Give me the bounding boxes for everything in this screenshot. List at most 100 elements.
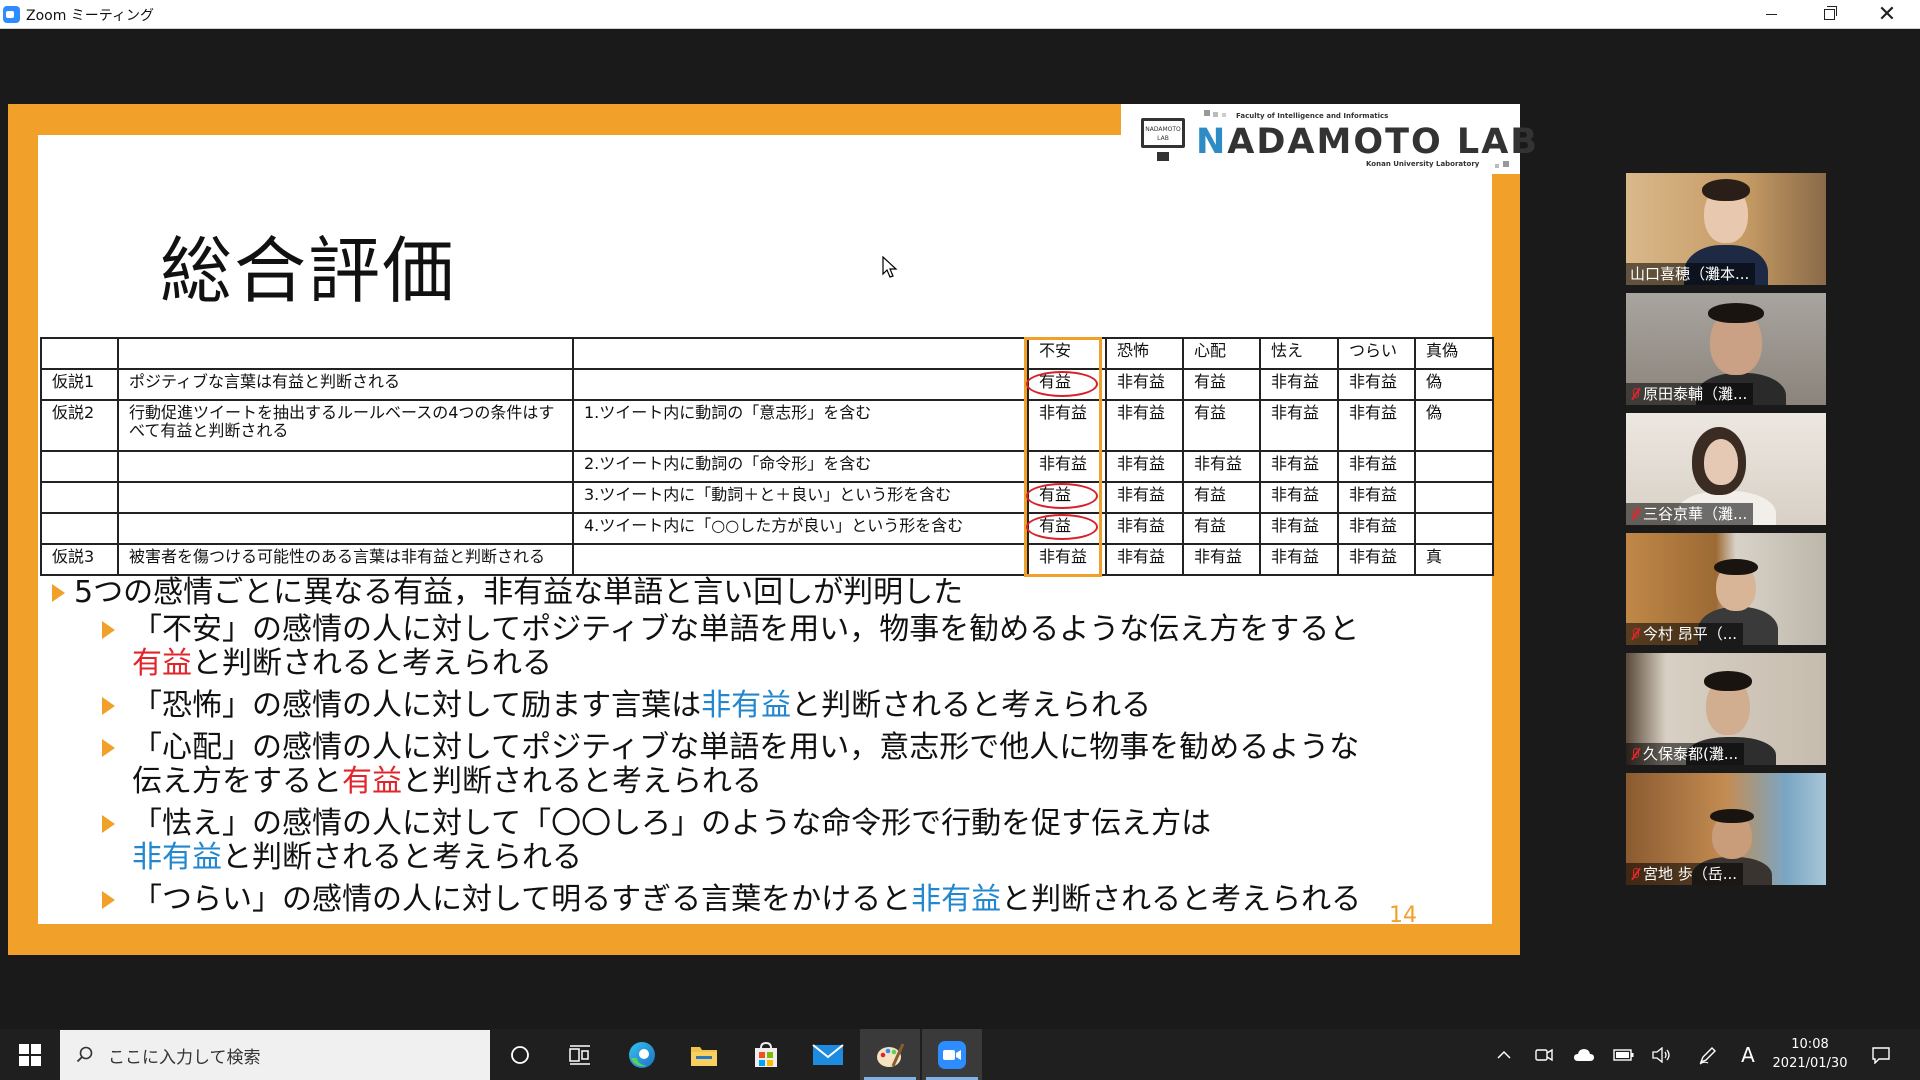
- table-cell: 仮説2: [40, 399, 119, 452]
- pen-workspace-button[interactable]: [1694, 1029, 1722, 1080]
- table-header-cell: [572, 337, 1029, 370]
- muted-mic-icon: [1630, 507, 1640, 521]
- minimize-button[interactable]: [1748, 0, 1794, 29]
- monitor-icon: NADAMOTO LAB: [1141, 118, 1185, 161]
- taskbar-search-box[interactable]: ここに入力して検索: [60, 1030, 490, 1080]
- table-cell: 非有益: [1105, 399, 1184, 452]
- notification-icon: [1872, 1046, 1890, 1064]
- table-cell: 2.ツイート内に動詞の「命令形」を含む: [572, 450, 1029, 483]
- participant-video-tile[interactable]: 宮地 歩（岳...: [1626, 773, 1826, 885]
- table-cell: 非有益: [1105, 450, 1184, 483]
- table-row: 4.ツイート内に「○○した方が良い」という形を含む 有益 非有益 有益 非有益 …: [40, 512, 1494, 545]
- volume-button[interactable]: [1648, 1029, 1676, 1080]
- chevron-up-icon: [1497, 1050, 1511, 1059]
- cortana-button[interactable]: [490, 1029, 550, 1080]
- logo-square: [1503, 161, 1509, 167]
- cloud-icon: [1574, 1048, 1594, 1061]
- table-cell: 非有益: [1337, 399, 1416, 452]
- table-cell: [40, 481, 119, 514]
- close-button[interactable]: ✕: [1864, 0, 1910, 29]
- show-hidden-icons-button[interactable]: [1490, 1029, 1518, 1080]
- participant-video-tile[interactable]: 今村 昂平（...: [1626, 533, 1826, 645]
- logo-square: [1222, 113, 1226, 117]
- table-cell: [1414, 512, 1494, 545]
- table-cell: [40, 512, 119, 545]
- task-view-button[interactable]: [550, 1029, 610, 1080]
- table-cell: [117, 450, 574, 483]
- participant-name: 今村 昂平（...: [1626, 623, 1744, 645]
- meet-now-button[interactable]: [1530, 1029, 1558, 1080]
- battery-button[interactable]: [1610, 1029, 1638, 1080]
- participant-name: 宮地 歩（岳...: [1626, 863, 1744, 885]
- bullet-arrow-icon: [102, 891, 115, 909]
- table-header-cell: 怯え: [1259, 337, 1339, 370]
- muted-mic-icon: [1630, 747, 1640, 761]
- participant-name: 原田泰輔（灘...: [1626, 383, 1754, 405]
- search-icon: [76, 1046, 93, 1063]
- table-cell: 非有益: [1027, 543, 1107, 576]
- battery-icon: [1613, 1048, 1634, 1061]
- table-cell: 非有益: [1105, 543, 1184, 576]
- start-button[interactable]: [0, 1029, 60, 1080]
- bullet-painful: 「つらい」の感情の人に対して明るすぎる言葉をかけると非有益と判断されると考えられ…: [82, 883, 1492, 917]
- window-title: Zoom ミーティング: [26, 8, 154, 24]
- windows-taskbar: ここに入力して検索 A 10:08 2021/01/30: [0, 1029, 1920, 1080]
- participant-video-tile[interactable]: 三谷京華（灘...: [1626, 413, 1826, 525]
- logo-main-text: NADAMOTO LAB: [1196, 122, 1539, 162]
- edge-icon: [629, 1041, 655, 1068]
- logo-square: [1213, 112, 1218, 117]
- table-cell: 非有益: [1027, 450, 1107, 483]
- table-row: 3.ツイート内に「動詞＋と＋良い」という形を含む 有益 非有益 有益 非有益 非…: [40, 481, 1494, 514]
- file-explorer-button[interactable]: [674, 1029, 734, 1080]
- zoom-app-icon: [3, 6, 20, 23]
- slide-title: 総合評価: [160, 229, 457, 313]
- table-cell: 非有益: [1027, 399, 1107, 452]
- lab-logo: NADAMOTO LAB Faculty of Intelligence and…: [1121, 104, 1537, 174]
- table-cell: 1.ツイート内に動詞の「意志形」を含む: [572, 399, 1029, 452]
- muted-mic-icon: [1630, 867, 1640, 881]
- table-cell: 被害者を傷つける可能性のある言葉は非有益と判断される: [117, 543, 574, 576]
- action-center-button[interactable]: [1866, 1029, 1896, 1080]
- edge-app-button[interactable]: [612, 1029, 672, 1080]
- table-cell: [117, 512, 574, 545]
- table-cell: 偽: [1414, 399, 1494, 452]
- restore-button[interactable]: [1806, 0, 1852, 29]
- participant-name: 山口喜穂（灘本...: [1626, 263, 1756, 285]
- table-row: 仮説3 被害者を傷つける可能性のある言葉は非有益と判断される 非有益 非有益 非…: [40, 543, 1494, 576]
- bullet-worry: 「心配」の感情の人に対してポジティブな単語を用い，意志形で他人に物事を勧めるよう…: [82, 731, 1492, 799]
- table-cell: [572, 543, 1029, 576]
- search-placeholder: ここに入力して検索: [108, 1047, 261, 1068]
- minimize-icon: [1765, 14, 1777, 15]
- table-cell: 有益: [1027, 368, 1107, 401]
- bullet-arrow-icon: [52, 584, 65, 602]
- mail-app-button[interactable]: [798, 1029, 858, 1080]
- table-cell: 非有益: [1259, 450, 1339, 483]
- paint-app-button[interactable]: [860, 1029, 920, 1080]
- participant-video-tile[interactable]: 久保泰都(灘...: [1626, 653, 1826, 765]
- zoom-icon: [938, 1040, 966, 1069]
- table-cell: 行動促進ツイートを抽出するルールベースの4つの条件はすべて有益と判断される: [117, 399, 574, 452]
- folder-icon: [691, 1046, 717, 1066]
- participant-video-tile[interactable]: 山口喜穂（灘本...: [1626, 173, 1826, 285]
- store-icon: [755, 1041, 777, 1067]
- window-titlebar: Zoom ミーティング ✕: [0, 0, 1920, 29]
- zoom-app-button[interactable]: [922, 1029, 982, 1080]
- taskbar-clock[interactable]: 10:08 2021/01/30: [1770, 1035, 1850, 1073]
- table-cell: 偽: [1414, 368, 1494, 401]
- table-cell: 非有益: [1337, 368, 1416, 401]
- table-cell: ポジティブな言葉は有益と判断される: [117, 368, 574, 401]
- cortana-icon: [511, 1045, 529, 1064]
- onedrive-button[interactable]: [1570, 1029, 1598, 1080]
- clock-time: 10:08: [1791, 1037, 1829, 1052]
- table-cell: 4.ツイート内に「○○した方が良い」という形を含む: [572, 512, 1029, 545]
- store-app-button[interactable]: [736, 1029, 796, 1080]
- table-header-cell: 不安: [1027, 337, 1107, 370]
- table-cell: 非有益: [1182, 543, 1261, 576]
- table-cell: 非有益: [1259, 512, 1339, 545]
- table-row: 2.ツイート内に動詞の「命令形」を含む 非有益 非有益 非有益 非有益 非有益: [40, 450, 1494, 483]
- table-header-cell: 真偽: [1414, 337, 1494, 370]
- ime-indicator[interactable]: A: [1736, 1029, 1760, 1080]
- slide-page-number: 14: [1389, 903, 1417, 928]
- muted-mic-icon: [1630, 387, 1640, 401]
- participant-video-tile[interactable]: 原田泰輔（灘...: [1626, 293, 1826, 405]
